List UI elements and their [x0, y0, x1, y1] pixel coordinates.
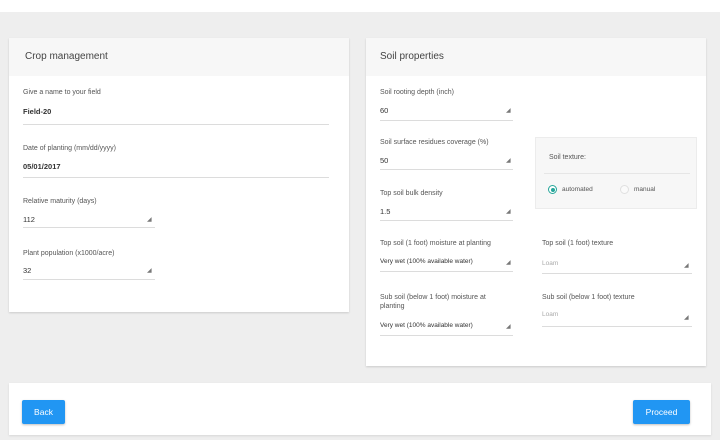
residues-input[interactable]: 50	[380, 156, 388, 165]
crop-management-card: Crop management Give a name to your fiel…	[9, 38, 349, 312]
sub-texture-group: Sub soil (below 1 foot) texture Loam ◢	[542, 293, 692, 327]
sub-moisture-underline	[380, 335, 513, 336]
bulk-density-input[interactable]: 1.5	[380, 207, 390, 216]
sub-texture-select[interactable]: Loam	[542, 311, 558, 318]
residues-resize-icon: ◢	[506, 158, 511, 164]
maturity-resize-icon: ◢	[147, 217, 152, 223]
maturity-label: Relative maturity (days)	[23, 198, 97, 205]
population-underline	[23, 279, 155, 280]
maturity-group: Relative maturity (days) 112 ◢	[23, 197, 155, 228]
planting-date-group: Date of planting (mm/dd/yyyy) 05/01/2017	[23, 144, 329, 178]
planting-date-underline	[23, 177, 329, 178]
sub-moisture-select[interactable]: Very wet (100% available water)	[380, 322, 473, 329]
planting-date-label: Date of planting (mm/dd/yyyy)	[23, 145, 116, 152]
soil-properties-card: Soil properties Soil rooting depth (inch…	[366, 38, 706, 366]
sub-moisture-chevron-icon: ◢	[506, 324, 511, 330]
top-texture-label: Top soil (1 foot) texture	[542, 240, 614, 247]
top-bar	[0, 0, 720, 12]
soil-properties-title: Soil properties	[366, 38, 706, 76]
field-name-underline	[23, 124, 329, 125]
residues-label: Soil surface residues coverage (%)	[380, 139, 489, 146]
top-texture-underline	[542, 273, 692, 274]
planting-date-input[interactable]: 05/01/2017	[23, 162, 61, 171]
radio-automated-label: automated	[562, 186, 593, 193]
field-name-label: Give a name to your field	[23, 89, 101, 96]
proceed-button[interactable]: Proceed	[633, 400, 690, 424]
maturity-input[interactable]: 112	[23, 215, 35, 224]
back-button[interactable]: Back	[22, 400, 65, 424]
top-moisture-group: Top soil (1 foot) moisture at planting V…	[380, 239, 513, 272]
rooting-depth-label: Soil rooting depth (inch)	[380, 89, 454, 96]
rooting-depth-group: Soil rooting depth (inch) 60 ◢	[380, 88, 513, 121]
action-bar: Back Proceed	[9, 383, 711, 435]
sub-texture-chevron-icon: ◢	[684, 315, 689, 321]
bulk-density-group: Top soil bulk density 1.5 ◢	[380, 189, 513, 221]
sub-moisture-group: Sub soil (below 1 foot) moisture at plan…	[380, 293, 513, 336]
population-input[interactable]: 32	[23, 266, 31, 275]
sub-moisture-label-line2: planting	[380, 303, 405, 310]
maturity-underline	[23, 227, 155, 228]
top-moisture-select[interactable]: Very wet (100% available water)	[380, 258, 473, 265]
field-name-input[interactable]: Field-20	[23, 107, 51, 116]
sub-texture-label: Sub soil (below 1 foot) texture	[542, 294, 635, 301]
sub-moisture-label-line1: Sub soil (below 1 foot) moisture at	[380, 294, 486, 301]
rooting-depth-input[interactable]: 60	[380, 106, 388, 115]
soil-texture-label: Soil texture:	[549, 154, 586, 161]
radio-automated[interactable]: automated	[548, 185, 593, 194]
radio-manual-label: manual	[634, 186, 656, 193]
radio-manual-indicator[interactable]	[620, 185, 629, 194]
top-moisture-label: Top soil (1 foot) moisture at planting	[380, 240, 491, 247]
crop-management-title: Crop management	[9, 38, 349, 76]
soil-texture-divider	[544, 173, 690, 174]
top-texture-select[interactable]: Loam	[542, 260, 558, 267]
population-group: Plant population (x1000/acre) 32 ◢	[23, 249, 155, 280]
residues-group: Soil surface residues coverage (%) 50 ◢	[380, 138, 513, 170]
radio-automated-indicator[interactable]	[548, 185, 557, 194]
radio-manual[interactable]: manual	[620, 185, 655, 194]
rooting-depth-resize-icon: ◢	[506, 108, 511, 114]
soil-texture-panel: Soil texture: automated manual	[535, 137, 697, 209]
bulk-density-underline	[380, 220, 513, 221]
residues-underline	[380, 169, 513, 170]
sub-texture-underline	[542, 326, 692, 327]
top-texture-chevron-icon: ◢	[684, 263, 689, 269]
population-resize-icon: ◢	[147, 268, 152, 274]
rooting-depth-underline	[380, 120, 513, 121]
top-texture-group: Top soil (1 foot) texture Loam ◢	[542, 239, 692, 274]
field-name-group: Give a name to your field Field-20	[23, 88, 329, 125]
top-moisture-underline	[380, 271, 513, 272]
bulk-density-label: Top soil bulk density	[380, 190, 443, 197]
population-label: Plant population (x1000/acre)	[23, 250, 115, 257]
top-moisture-chevron-icon: ◢	[506, 260, 511, 266]
bulk-density-resize-icon: ◢	[506, 209, 511, 215]
